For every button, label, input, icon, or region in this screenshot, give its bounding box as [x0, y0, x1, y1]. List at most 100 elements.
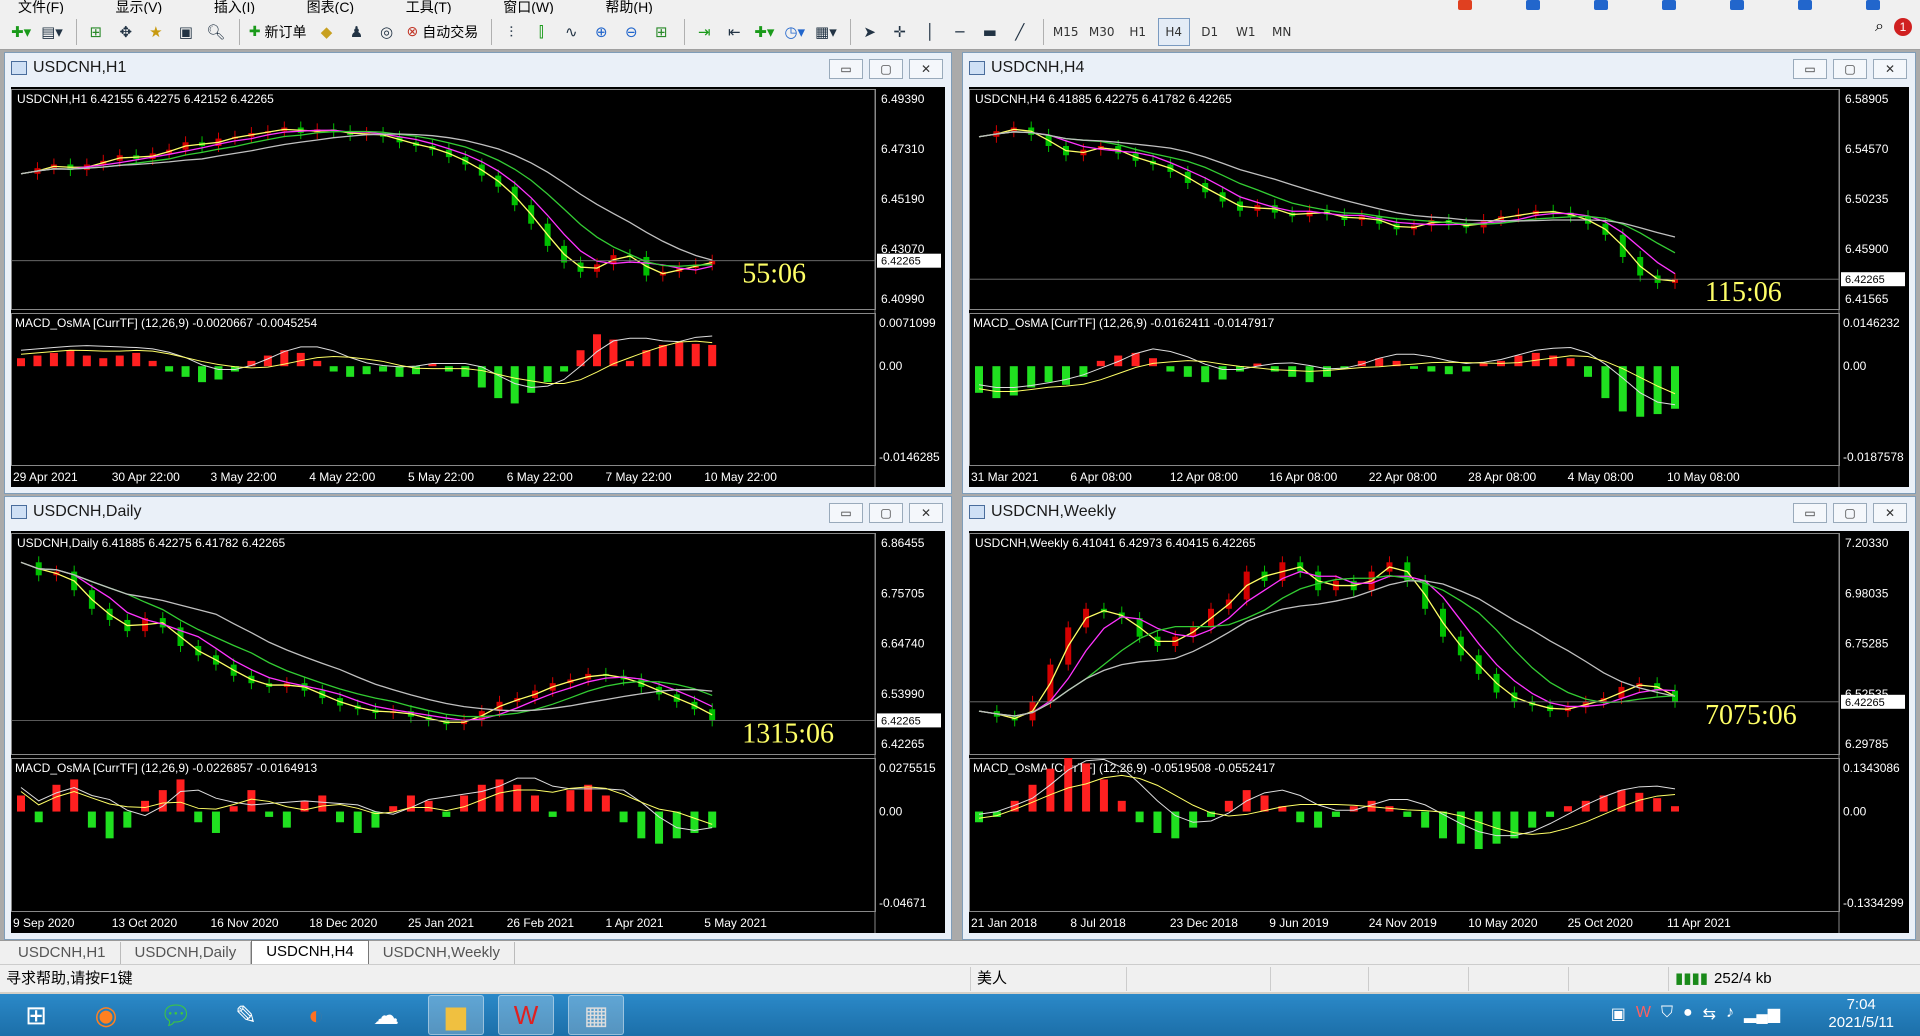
close-icon[interactable]: ✕ — [1873, 503, 1907, 523]
window-titlebar[interactable]: USDCNH,Weekly ▭ ▢ ✕ — [963, 497, 1915, 527]
ime-skin-icon[interactable] — [1798, 0, 1812, 10]
tray-shield-icon[interactable]: ⛉ — [1661, 1004, 1673, 1024]
tab-usdcnh-h1[interactable]: USDCNH,H1 — [4, 942, 121, 964]
menu-charts[interactable]: 图表(C) — [307, 0, 354, 14]
bar-chart-icon[interactable]: ⫶ — [498, 18, 524, 46]
browser-app-icon[interactable]: ◉ — [78, 995, 134, 1035]
ime-keyboard-icon[interactable] — [1730, 0, 1744, 10]
chart-window-daily[interactable]: USDCNH,Daily ▭ ▢ ✕ 6.42265 1315:06 USDCNH,Dail… — [4, 496, 952, 940]
notes-app-icon[interactable]: ✎ — [218, 995, 274, 1035]
autoscroll-icon[interactable]: ⇥ — [691, 18, 717, 46]
timeframe-h4[interactable]: H4 — [1157, 17, 1190, 46]
notifications-icon[interactable]: 1 — [1894, 18, 1912, 36]
crosshair-icon[interactable]: ✛ — [887, 18, 913, 46]
minimize-icon[interactable]: ▭ — [829, 503, 863, 523]
taskbar-clock[interactable]: 7:04 2021/5/11 — [1828, 996, 1894, 1032]
chart-canvas[interactable]: 6.42265 1315:06 USDCNH,Daily 6.41885 6.422… — [11, 531, 945, 933]
timeframe-d1[interactable]: D1 — [1194, 18, 1226, 46]
menu-tools[interactable]: 工具(T) — [406, 0, 452, 14]
timeframe-m15[interactable]: M15 — [1050, 18, 1082, 46]
rectangle-icon[interactable]: ▬ — [977, 18, 1003, 46]
window-titlebar[interactable]: USDCNH,H1 ▭ ▢ ✕ — [5, 53, 951, 83]
chart-canvas[interactable]: 6.42265 7075:06 USDCNH,Weekly 6.41041 6.42… — [969, 531, 1909, 933]
tester-icon[interactable]: 🔍︎ — [203, 18, 229, 46]
mt4-app-icon[interactable]: ▦ — [568, 995, 624, 1035]
tray-network-icon[interactable]: ⇆ — [1703, 1004, 1716, 1024]
horizontal-line-icon[interactable]: ─ — [947, 18, 973, 46]
tab-usdcnh-daily[interactable]: USDCNH,Daily — [121, 942, 252, 964]
cursor-icon[interactable]: ➤ — [857, 18, 883, 46]
favorites-icon[interactable]: ★ — [143, 18, 169, 46]
start-button-icon[interactable]: ⊞ — [8, 995, 64, 1035]
explorer-app-icon[interactable]: ▆ — [428, 995, 484, 1035]
periods-icon[interactable]: ◷▾ — [781, 18, 808, 46]
timeframe-m30[interactable]: M30 — [1086, 18, 1118, 46]
close-icon[interactable]: ✕ — [909, 503, 943, 523]
close-icon[interactable]: ✕ — [909, 59, 943, 79]
tray-app-icon[interactable]: ▣ — [1611, 1004, 1626, 1024]
close-icon[interactable]: ✕ — [1873, 59, 1907, 79]
minimize-icon[interactable]: ▭ — [1793, 503, 1827, 523]
maximize-icon[interactable]: ▢ — [869, 59, 903, 79]
firefox-app-icon[interactable]: ◐ — [288, 995, 344, 1035]
metaeditor-icon[interactable]: ◆ — [314, 18, 340, 46]
time-scale-label: 13 Oct 2020 — [112, 916, 178, 930]
cloud-app-icon[interactable]: ☁ — [358, 995, 414, 1035]
ime-tools-icon[interactable] — [1866, 0, 1880, 10]
tray-wps-icon[interactable]: W — [1636, 1004, 1651, 1024]
menu-view[interactable]: 显示(V) — [116, 0, 163, 14]
ime-punct-icon[interactable] — [1594, 0, 1608, 10]
macd-histogram-bar — [265, 811, 274, 817]
menu-help[interactable]: 帮助(H) — [605, 0, 652, 14]
wps-app-icon[interactable]: W — [498, 995, 554, 1035]
tray-wechat-icon[interactable]: ● — [1683, 1004, 1693, 1024]
window-titlebar[interactable]: USDCNH,Daily ▭ ▢ ✕ — [5, 497, 951, 527]
trendline-icon[interactable]: ╱ — [1007, 18, 1033, 46]
ime-logo-icon[interactable] — [1458, 0, 1472, 10]
minimize-icon[interactable]: ▭ — [1793, 59, 1827, 79]
timeframe-h1[interactable]: H1 — [1122, 18, 1154, 46]
auto-trading-button[interactable]: ⊗ 自动交易 — [404, 18, 482, 46]
menu-insert[interactable]: 插入(I) — [214, 0, 255, 14]
ime-mode-icon[interactable] — [1526, 0, 1540, 10]
tab-usdcnh-h4[interactable]: USDCNH,H4 — [251, 940, 369, 964]
zoom-out-icon[interactable]: ⊖ — [618, 18, 644, 46]
templates-icon[interactable]: ▦▾ — [812, 18, 840, 46]
timeframe-w1[interactable]: W1 — [1230, 18, 1262, 46]
zoom-in-icon[interactable]: ⊕ — [588, 18, 614, 46]
menu-file[interactable]: 文件(F) — [18, 0, 64, 14]
navigator-icon[interactable]: ✥ — [113, 18, 139, 46]
window-titlebar[interactable]: USDCNH,H4 ▭ ▢ ✕ — [963, 53, 1915, 83]
terminal-icon[interactable]: ▣ — [173, 18, 199, 46]
menu-window[interactable]: 窗口(W) — [503, 0, 554, 14]
timeframe-mn[interactable]: MN — [1266, 18, 1298, 46]
indicators-icon[interactable]: ✚▾ — [751, 18, 777, 46]
maximize-icon[interactable]: ▢ — [1833, 503, 1867, 523]
signals-icon[interactable]: ♟ — [344, 18, 370, 46]
chart-shift-icon[interactable]: ⇤ — [721, 18, 747, 46]
tray-volume-icon[interactable]: ♪ — [1726, 1004, 1734, 1024]
chart-window-weekly[interactable]: USDCNH,Weekly ▭ ▢ ✕ 6.42265 7075:06 USDCNH,Wee… — [962, 496, 1916, 940]
chart-canvas[interactable]: 6.42265 55:06 USDCNH,H1 6.42155 6.42275 6.… — [11, 87, 945, 487]
new-order-button[interactable]: ✚ 新订单 — [246, 18, 310, 46]
new-chart-icon[interactable]: ✚▾ — [8, 18, 34, 46]
maximize-icon[interactable]: ▢ — [869, 503, 903, 523]
wechat-app-icon[interactable]: 💬︎ — [148, 995, 204, 1035]
tile-windows-icon[interactable]: ⊞ — [648, 18, 674, 46]
profiles-icon[interactable]: ▤▾ — [38, 18, 66, 46]
market-icon[interactable]: ◎ — [374, 18, 400, 46]
maximize-icon[interactable]: ▢ — [1833, 59, 1867, 79]
tab-usdcnh-weekly[interactable]: USDCNH,Weekly — [369, 942, 515, 964]
search-icon[interactable]: ⌕ — [1875, 18, 1884, 36]
candle-chart-icon[interactable]: ⫿ — [528, 18, 554, 46]
minimize-icon[interactable]: ▭ — [829, 59, 863, 79]
ime-voice-icon[interactable] — [1662, 0, 1676, 10]
chart-window-h1[interactable]: USDCNH,H1 ▭ ▢ ✕ 6.42265 55:06 USDCNH,H1 6.4215… — [4, 52, 952, 494]
vertical-line-icon[interactable]: │ — [917, 18, 943, 46]
tray-signal-icon[interactable]: ▂▄▆ — [1744, 1004, 1780, 1024]
line-chart-icon[interactable]: ∿ — [558, 18, 584, 46]
chart-window-h4[interactable]: USDCNH,H4 ▭ ▢ ✕ 6.42265 115:06 USDCNH,H4 6.418… — [962, 52, 1916, 494]
chart-canvas[interactable]: 6.42265 115:06 USDCNH,H4 6.41885 6.42275 6… — [969, 87, 1909, 487]
market-watch-icon[interactable]: ⊞ — [83, 18, 109, 46]
macd-histogram-bar — [1331, 811, 1340, 817]
